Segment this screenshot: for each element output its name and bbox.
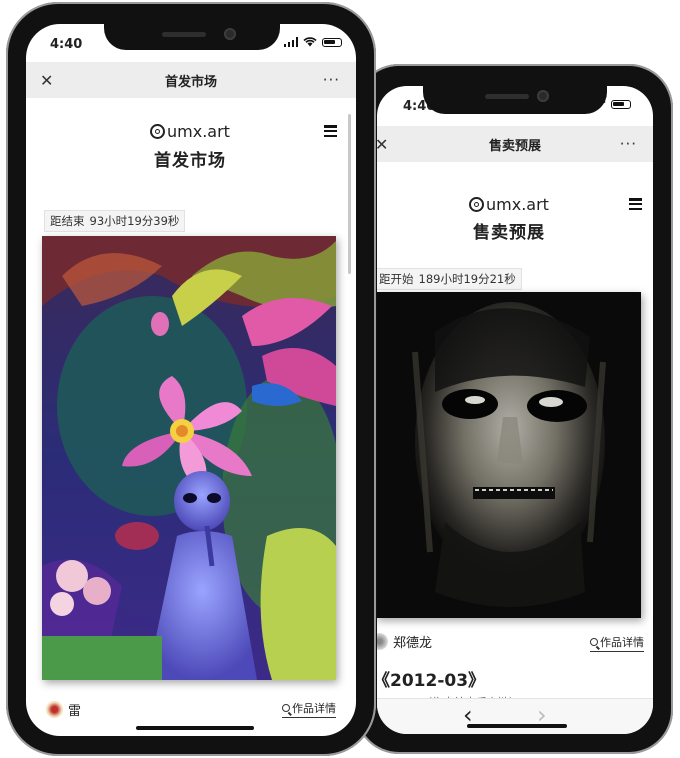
navbar: ✕ 售卖预展 ··· [377,126,653,162]
home-indicator [136,726,254,730]
home-indicator [467,724,567,728]
status-time: 4:40 [50,37,83,52]
brand-name: umx.art [167,122,230,141]
more-options-icon[interactable]: ··· [620,135,637,153]
phone-frame-back: 4:40 ✕ 售卖预展 ··· umx.art 售卖预展 距开始 189小时19分… [355,64,673,754]
work-detail-link[interactable]: 作品详情 [590,634,644,652]
artist-avatar [377,633,388,650]
search-icon [282,704,290,712]
artist-name: 雷 [68,704,82,719]
brand-name: umx.art [486,195,549,214]
phone-frame-front: 4:40 ✕ 首发市场 ··· umx.art 首发市场 距结束 93小时19分3… [6,2,376,756]
scrollbar[interactable] [348,114,351,274]
umx-logo-icon [469,197,484,212]
work-detail-label: 作品详情 [600,636,644,649]
work-detail-label: 作品详情 [292,702,336,715]
artwork-image[interactable] [377,292,641,618]
close-icon[interactable]: ✕ [377,135,388,154]
page-title: 售卖预展 [473,223,545,243]
artist-avatar [46,701,63,718]
notch [423,86,607,114]
signal-icon [283,37,298,47]
artwork-painting [42,236,336,680]
work-detail-link[interactable]: 作品详情 [282,700,336,718]
countdown-label: 距结束 [50,214,85,228]
phone-screen-front: 4:40 ✕ 首发市场 ··· umx.art 首发市场 距结束 93小时19分3… [26,24,356,736]
artist-info[interactable]: 郑德龙 [377,632,432,651]
phone-screen-back: 4:40 ✕ 售卖预展 ··· umx.art 售卖预展 距开始 189小时19分… [377,86,653,734]
artwork-image[interactable] [42,236,336,680]
page-title: 首发市场 [154,151,226,171]
brand-logo[interactable]: umx.art [469,195,549,214]
navbar-title: 首发市场 [164,74,217,90]
brand-logo[interactable]: umx.art [150,122,230,141]
battery-icon [322,37,342,47]
search-icon [590,638,598,646]
countdown-value: 189小时19分21秒 [418,272,516,286]
hamburger-menu-icon[interactable] [629,198,642,210]
close-icon[interactable]: ✕ [40,71,53,90]
battery-icon [611,99,631,109]
artwork-painting [377,292,641,618]
countdown-badge: 距结束 93小时19分39秒 [44,210,186,232]
more-options-icon[interactable]: ··· [323,71,340,89]
artist-name: 郑德龙 [393,636,433,651]
artist-info[interactable]: 雷 [46,700,81,719]
work-title: 《2012-03》 [377,671,486,691]
notch [104,24,280,50]
hamburger-menu-icon[interactable] [324,125,337,137]
umx-logo-icon [150,124,165,139]
navbar: ✕ 首发市场 ··· [26,62,356,98]
wifi-icon [303,37,317,47]
navbar-title: 售卖预展 [488,138,541,154]
countdown-label: 距开始 [379,272,414,286]
countdown-value: 93小时19分39秒 [89,214,180,228]
countdown-badge: 距开始 189小时19分21秒 [377,268,522,290]
bottom-nav: ‹ › [377,698,653,734]
